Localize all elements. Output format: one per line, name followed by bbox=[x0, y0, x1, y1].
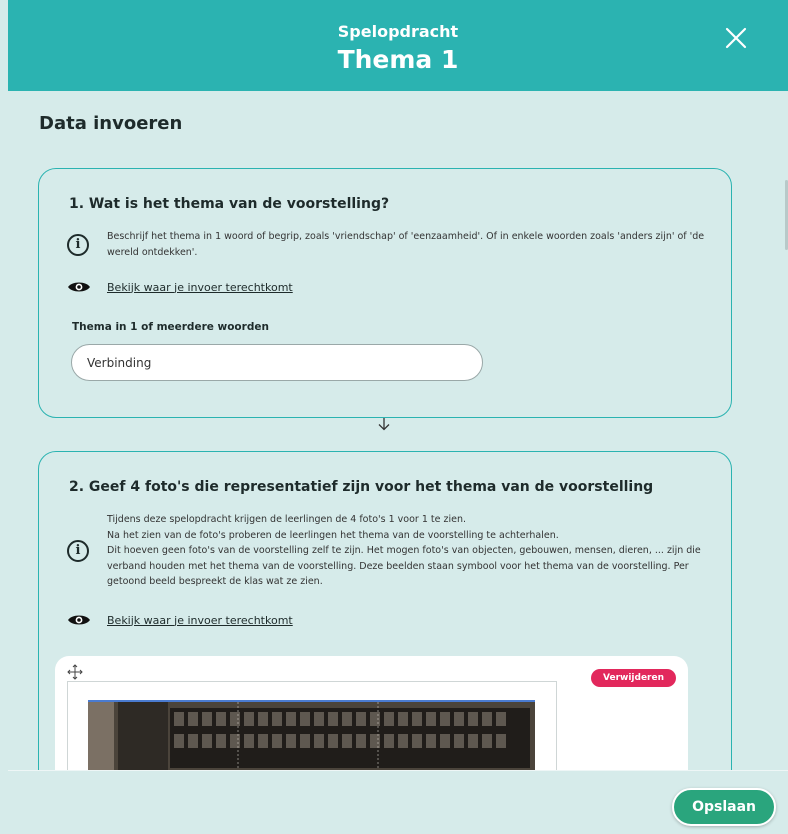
save-button[interactable]: Opslaan bbox=[672, 788, 776, 826]
modal-content[interactable]: Data invoeren 1. Wat is het thema van de… bbox=[8, 91, 788, 770]
question-card-2: 2. Geef 4 foto's die representatief zijn… bbox=[38, 451, 732, 770]
link-row[interactable]: Bekijk waar je invoer terechtkomt bbox=[67, 280, 293, 294]
photo-image-graphic bbox=[88, 702, 535, 770]
eye-icon bbox=[68, 282, 90, 292]
photo-image[interactable] bbox=[88, 700, 535, 770]
section-title: Data invoeren bbox=[39, 113, 183, 134]
question-title: 2. Geef 4 foto's die representatief zijn… bbox=[69, 479, 654, 495]
modal-subtitle: Spelopdracht bbox=[337, 22, 459, 41]
arrow-down-icon bbox=[378, 418, 390, 431]
link-row[interactable]: Bekijk waar je invoer terechtkomt bbox=[67, 613, 293, 627]
remove-button[interactable]: Verwijderen bbox=[591, 669, 676, 687]
info-icon: i bbox=[67, 539, 89, 562]
info-row: i Tijdens deze spelopdracht krijgen de l… bbox=[67, 512, 705, 590]
modal-header: Spelopdracht Thema 1 bbox=[8, 0, 788, 91]
info-line: Na het zien van de foto's proberen de le… bbox=[107, 529, 559, 541]
photo-frame bbox=[67, 681, 557, 770]
question-card-1: 1. Wat is het thema van de voorstelling?… bbox=[38, 168, 732, 418]
info-text: Beschrijf het thema in 1 woord of begrip… bbox=[107, 231, 705, 258]
field-label: Thema in 1 of meerdere woorden bbox=[72, 321, 269, 333]
modal-title: Thema 1 bbox=[337, 45, 459, 74]
view-destination-link[interactable]: Bekijk waar je invoer terechtkomt bbox=[107, 281, 293, 294]
modal-footer: Opslaan bbox=[8, 770, 788, 834]
eye-icon bbox=[68, 615, 90, 625]
view-destination-link[interactable]: Bekijk waar je invoer terechtkomt bbox=[107, 614, 293, 627]
info-line: Tijdens deze spelopdracht krijgen de lee… bbox=[107, 514, 467, 525]
info-line: Dit hoeven geen foto's van de voorstelli… bbox=[107, 545, 701, 587]
info-row: i Beschrijf het thema in 1 woord of begr… bbox=[67, 229, 707, 260]
question-title: 1. Wat is het thema van de voorstelling? bbox=[69, 196, 390, 212]
close-icon[interactable] bbox=[722, 24, 750, 52]
theme-input[interactable] bbox=[71, 344, 483, 381]
info-text: Tijdens deze spelopdracht krijgen de lee… bbox=[107, 512, 705, 590]
move-icon[interactable] bbox=[67, 664, 83, 680]
info-icon: i bbox=[67, 233, 89, 256]
photo-card: Verwijderen bbox=[55, 656, 688, 770]
